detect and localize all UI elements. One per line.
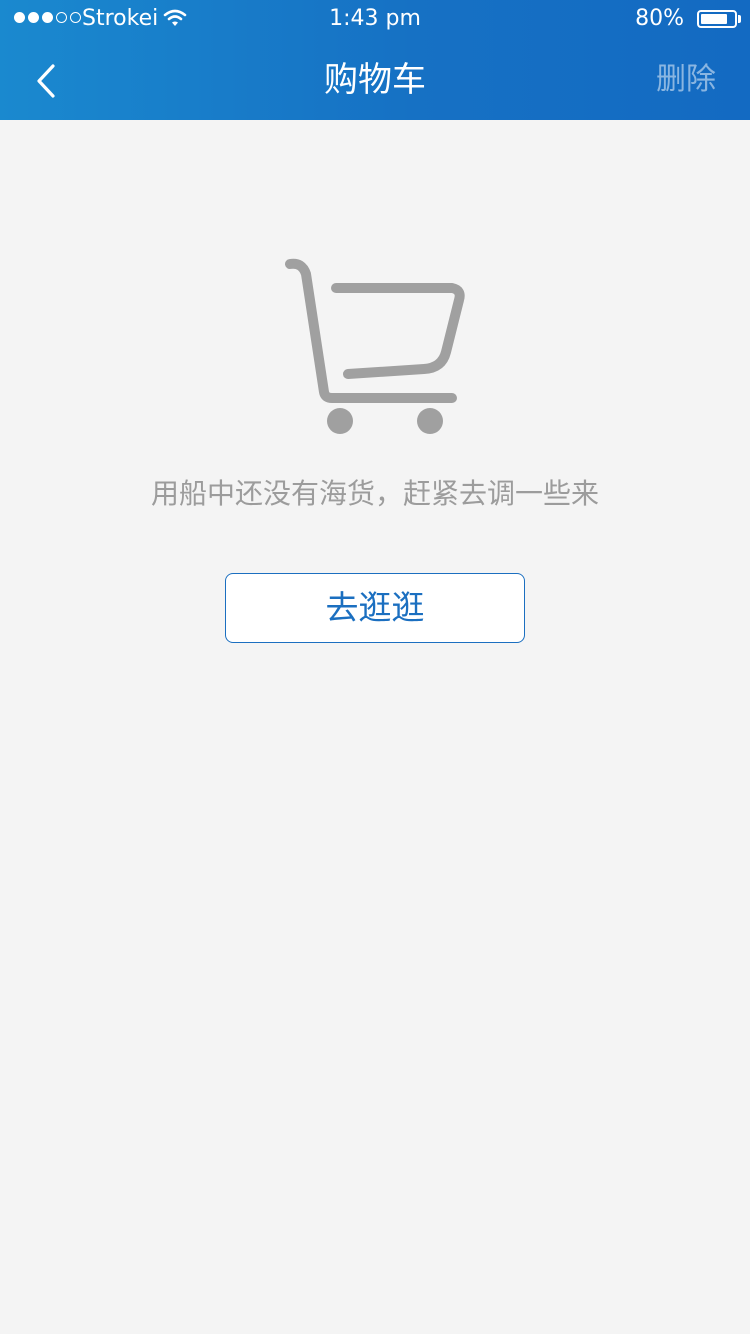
battery-level-fill: [701, 14, 727, 24]
status-bar: Strokei 1:43 pm 80%: [0, 0, 750, 40]
shopping-cart-icon: [285, 258, 465, 434]
nav-header: Strokei 1:43 pm 80% 购物车 删除: [0, 0, 750, 120]
delete-button[interactable]: 删除: [656, 57, 716, 103]
empty-cart-message: 用船中还没有海货，赶紧去调一些来: [150, 477, 599, 510]
battery-tip: [738, 15, 741, 23]
back-button[interactable]: [22, 52, 72, 108]
battery-percentage: 80%: [635, 6, 684, 31]
battery-icon: [697, 10, 737, 28]
chevron-left-icon: [37, 64, 55, 98]
go-shopping-button[interactable]: 去逛逛: [225, 573, 525, 643]
page-title: 购物车: [324, 60, 426, 100]
